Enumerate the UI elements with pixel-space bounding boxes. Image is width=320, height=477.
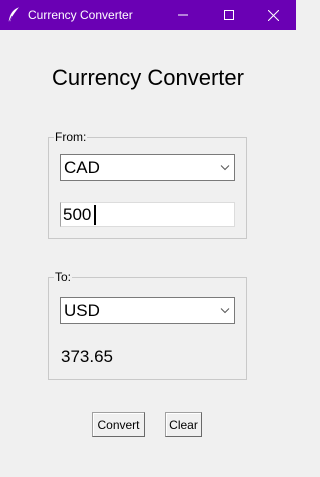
text-caret <box>94 205 96 225</box>
chevron-down-icon[interactable] <box>220 164 230 171</box>
amount-input[interactable] <box>60 202 235 227</box>
convert-button[interactable]: Convert <box>92 412 145 437</box>
page-title: Currency Converter <box>52 65 244 90</box>
converted-result: 373.65 <box>61 347 113 366</box>
maximize-icon <box>224 10 234 20</box>
close-button[interactable] <box>250 0 296 30</box>
maximize-button[interactable] <box>206 0 252 30</box>
to-currency-value: USD <box>64 301 100 320</box>
window-title: Currency Converter <box>28 8 133 22</box>
from-currency-value: CAD <box>64 158 100 177</box>
to-currency-select[interactable]: USD <box>60 297 235 324</box>
from-currency-select[interactable]: CAD <box>60 154 235 181</box>
minimize-button[interactable] <box>160 0 206 30</box>
chevron-down-icon[interactable] <box>220 307 230 314</box>
close-icon <box>267 9 279 21</box>
minimize-icon <box>178 14 188 16</box>
from-legend: From: <box>55 130 87 144</box>
clear-button[interactable]: Clear <box>165 412 202 437</box>
to-legend: To: <box>55 270 72 284</box>
feather-icon <box>8 7 19 23</box>
title-bar[interactable]: Currency Converter <box>0 0 296 30</box>
